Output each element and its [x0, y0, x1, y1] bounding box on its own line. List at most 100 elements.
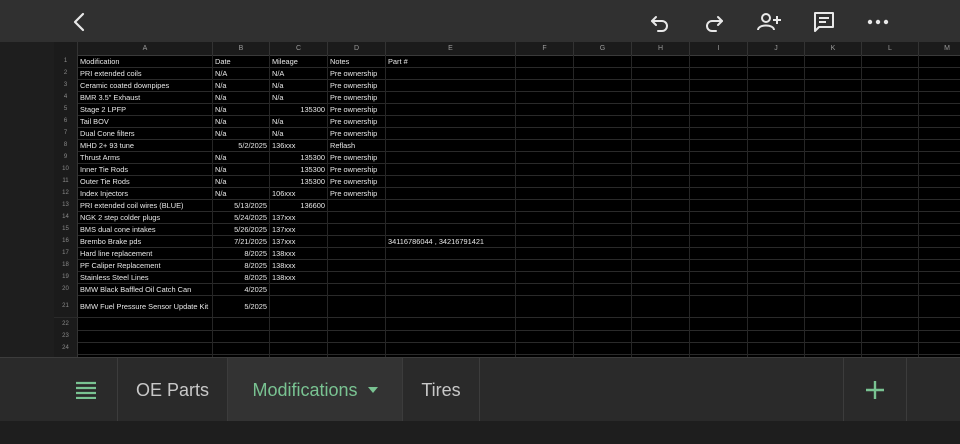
cell-j11[interactable]: [748, 175, 805, 187]
cell-c13[interactable]: 136600: [270, 199, 328, 211]
row-number[interactable]: 22: [54, 318, 78, 330]
cell-f22[interactable]: [516, 318, 574, 330]
cell-l24[interactable]: [862, 342, 919, 354]
cell-m3[interactable]: [919, 79, 960, 91]
row-number[interactable]: 23: [54, 330, 78, 342]
cell-b11[interactable]: N/a: [213, 175, 270, 187]
column-header-e[interactable]: E: [386, 42, 516, 55]
cell-d22[interactable]: [328, 318, 386, 330]
cell-a16[interactable]: Brembo Brake pds: [78, 235, 213, 247]
cell-l11[interactable]: [862, 175, 919, 187]
cell-l5[interactable]: [862, 103, 919, 115]
cell-m2[interactable]: [919, 67, 960, 79]
comment-icon[interactable]: [808, 6, 840, 38]
cell-l13[interactable]: [862, 199, 919, 211]
cell-c15[interactable]: 137xxx: [270, 223, 328, 235]
cell-l10[interactable]: [862, 163, 919, 175]
cell-c9[interactable]: 135300: [270, 151, 328, 163]
cell-k9[interactable]: [805, 151, 862, 163]
cell-a11[interactable]: Outer Tie Rods: [78, 175, 213, 187]
cell-c5[interactable]: 135300: [270, 103, 328, 115]
cell-e23[interactable]: [386, 330, 516, 342]
cell-k24[interactable]: [805, 342, 862, 354]
redo-icon[interactable]: [698, 6, 730, 38]
cell-e5[interactable]: [386, 103, 516, 115]
cell-c18[interactable]: 138xxx: [270, 259, 328, 271]
cell-l9[interactable]: [862, 151, 919, 163]
cell-k17[interactable]: [805, 247, 862, 259]
cell-l2[interactable]: [862, 67, 919, 79]
cell-d12[interactable]: Pre ownership: [328, 187, 386, 199]
cell-h8[interactable]: [632, 139, 690, 151]
cell-c11[interactable]: 135300: [270, 175, 328, 187]
cell-m23[interactable]: [919, 330, 960, 342]
cell-m22[interactable]: [919, 318, 960, 330]
cell-a23[interactable]: [78, 330, 213, 342]
cell-j2[interactable]: [748, 67, 805, 79]
cell-i11[interactable]: [690, 175, 748, 187]
cell-j13[interactable]: [748, 199, 805, 211]
cell-h20[interactable]: [632, 283, 690, 295]
cell-m7[interactable]: [919, 127, 960, 139]
cell-a12[interactable]: Index Injectors: [78, 187, 213, 199]
cell-a10[interactable]: Inner Tie Rods: [78, 163, 213, 175]
cell-e24[interactable]: [386, 342, 516, 354]
row-number[interactable]: 6: [54, 115, 78, 127]
cell-l17[interactable]: [862, 247, 919, 259]
cell-b12[interactable]: N/a: [213, 187, 270, 199]
cell-e8[interactable]: [386, 139, 516, 151]
cell-f13[interactable]: [516, 199, 574, 211]
cell-m15[interactable]: [919, 223, 960, 235]
cell-c12[interactable]: 106xxx: [270, 187, 328, 199]
cell-c17[interactable]: 138xxx: [270, 247, 328, 259]
tab-tires[interactable]: Tires: [403, 358, 480, 422]
cell-a5[interactable]: Stage 2 LPFP: [78, 103, 213, 115]
cell-e12[interactable]: [386, 187, 516, 199]
cell-i5[interactable]: [690, 103, 748, 115]
cell-e19[interactable]: [386, 271, 516, 283]
cell-d10[interactable]: Pre ownership: [328, 163, 386, 175]
cell-f18[interactable]: [516, 259, 574, 271]
cell-d8[interactable]: Reflash: [328, 139, 386, 151]
cell-l19[interactable]: [862, 271, 919, 283]
cell-h11[interactable]: [632, 175, 690, 187]
cell-i19[interactable]: [690, 271, 748, 283]
cell-j24[interactable]: [748, 342, 805, 354]
cell-l21[interactable]: [862, 295, 919, 317]
cell-l16[interactable]: [862, 235, 919, 247]
column-header-b[interactable]: B: [213, 42, 270, 55]
cell-m17[interactable]: [919, 247, 960, 259]
cell-b3[interactable]: N/a: [213, 79, 270, 91]
row-number[interactable]: 4: [54, 91, 78, 103]
cell-f21[interactable]: [516, 295, 574, 317]
cell-f23[interactable]: [516, 330, 574, 342]
cell-b1[interactable]: Date: [213, 55, 270, 67]
cell-b18[interactable]: 8/2025: [213, 259, 270, 271]
cell-k1[interactable]: [805, 55, 862, 67]
cell-j19[interactable]: [748, 271, 805, 283]
cell-l18[interactable]: [862, 259, 919, 271]
cell-f3[interactable]: [516, 79, 574, 91]
cell-d23[interactable]: [328, 330, 386, 342]
cell-j5[interactable]: [748, 103, 805, 115]
cell-i4[interactable]: [690, 91, 748, 103]
cell-f12[interactable]: [516, 187, 574, 199]
cell-d11[interactable]: Pre ownership: [328, 175, 386, 187]
cell-d16[interactable]: [328, 235, 386, 247]
cell-k12[interactable]: [805, 187, 862, 199]
cell-h1[interactable]: [632, 55, 690, 67]
cell-k3[interactable]: [805, 79, 862, 91]
cell-e10[interactable]: [386, 163, 516, 175]
cell-a21[interactable]: BMW Fuel Pressure Sensor Update Kit: [78, 295, 213, 317]
cell-m9[interactable]: [919, 151, 960, 163]
cell-i1[interactable]: [690, 55, 748, 67]
cell-i13[interactable]: [690, 199, 748, 211]
cell-i22[interactable]: [690, 318, 748, 330]
cell-d15[interactable]: [328, 223, 386, 235]
row-number[interactable]: 19: [54, 271, 78, 283]
cell-l6[interactable]: [862, 115, 919, 127]
cell-k10[interactable]: [805, 163, 862, 175]
cell-g24[interactable]: [574, 342, 632, 354]
cell-e13[interactable]: [386, 199, 516, 211]
cell-b22[interactable]: [213, 318, 270, 330]
